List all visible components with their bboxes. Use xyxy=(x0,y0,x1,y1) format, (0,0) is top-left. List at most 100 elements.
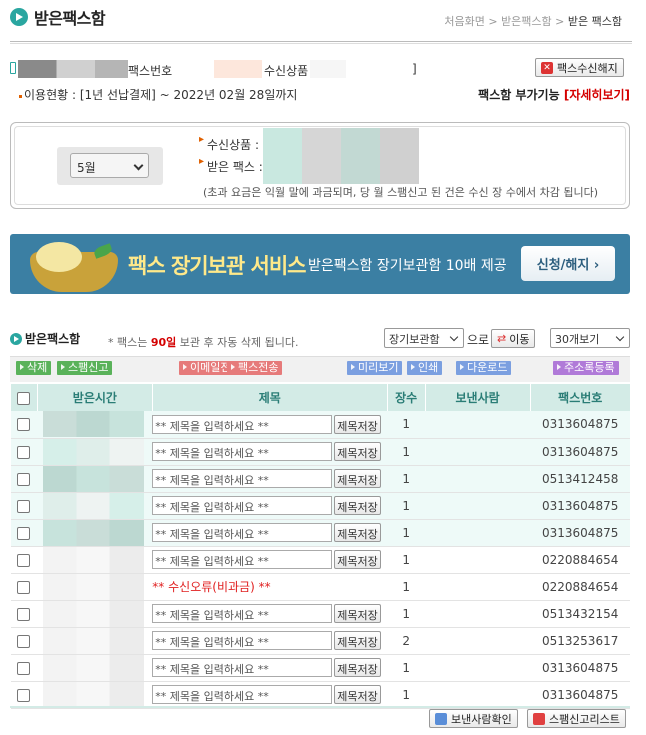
preview-button[interactable]: 미리보기 xyxy=(347,361,403,375)
row-checkbox[interactable] xyxy=(17,526,31,540)
redacted-time xyxy=(43,546,145,573)
table-row[interactable]: ** 제목을 입력하세요 ** 제목저장 1 0513432154 xyxy=(10,600,630,628)
move-text: 으로 xyxy=(467,333,490,347)
month-select[interactable]: 5월 xyxy=(70,153,149,178)
save-title-button[interactable]: 제목저장 xyxy=(334,604,381,623)
redacted-time xyxy=(43,681,145,708)
redacted-fax-number xyxy=(18,60,128,78)
save-title-button[interactable]: 제목저장 xyxy=(334,496,381,515)
table-row[interactable]: ** 제목을 입력하세요 ** 제목저장 1 0313604875 xyxy=(10,654,630,682)
table-row[interactable]: ** 제목을 입력하세요 ** 제목저장 1 0513412458 xyxy=(10,465,630,493)
title-bullet-icon xyxy=(10,332,22,345)
redacted-time xyxy=(43,465,145,492)
usage-status: 이용현황 : [1년 선납결제] ~ 2022년 02월 28일까지 xyxy=(18,88,298,102)
row-checkbox[interactable] xyxy=(17,418,31,432)
stop-receive-button[interactable]: ✕ 팩스수신해지 xyxy=(535,58,624,77)
title-input[interactable]: ** 제목을 입력하세요 ** xyxy=(152,658,333,677)
save-title-button[interactable]: 제목저장 xyxy=(334,631,381,650)
save-title-button[interactable]: 제목저장 xyxy=(334,414,381,434)
move-button[interactable]: ⇄ 이동 xyxy=(491,329,536,348)
stop-receive-label: 팩스수신해지 xyxy=(557,61,618,75)
retention-days: 90일 xyxy=(150,336,177,349)
row-checkbox[interactable] xyxy=(17,688,31,702)
title-input[interactable]: ** 제목을 입력하세요 ** xyxy=(152,550,333,569)
row-checkbox[interactable] xyxy=(17,580,31,594)
storage-banner[interactable]: 팩스 장기보관 서비스 받은팩스함 장기보관함 10배 제공 신청/해지 › xyxy=(10,234,630,294)
title-input[interactable]: ** 제목을 입력하세요 ** xyxy=(152,523,333,542)
title-input[interactable]: ** 제목을 입력하세요 ** xyxy=(152,442,333,461)
spam-report-button[interactable]: 스팸신고 xyxy=(57,361,113,375)
title-cell: ** 제목을 입력하세요 ** 제목저장 xyxy=(152,546,388,574)
fax-number-cell: 0513253617 xyxy=(530,627,630,655)
breadcrumb-received[interactable]: 받은팩스함 xyxy=(501,15,552,28)
save-title-button[interactable]: 제목저장 xyxy=(334,523,381,542)
fax-number-cell: 0220884654 xyxy=(530,546,630,574)
select-all-checkbox[interactable] xyxy=(17,391,31,405)
row-checkbox[interactable] xyxy=(17,634,31,648)
table-row[interactable]: ** 제목을 입력하세요 ** 제목저장 1 0313604875 xyxy=(10,438,630,466)
apply-cancel-button[interactable]: 신청/해지 › xyxy=(521,246,615,281)
breadcrumb-home[interactable]: 처음화면 xyxy=(444,15,484,28)
row-checkbox[interactable] xyxy=(17,445,31,459)
row-checkbox[interactable] xyxy=(17,553,31,567)
save-title-button[interactable]: 제목저장 xyxy=(334,469,381,488)
row-checkbox[interactable] xyxy=(17,661,31,675)
save-title-button[interactable]: 제목저장 xyxy=(334,658,381,677)
title-input[interactable]: ** 제목을 입력하세요 ** xyxy=(152,685,333,704)
spam-list-button[interactable]: 스팸신고리스트 xyxy=(527,709,626,728)
save-title-button[interactable]: 제목저장 xyxy=(334,685,381,704)
bracket: ] xyxy=(412,62,417,76)
save-title-button[interactable]: 제목저장 xyxy=(334,550,381,569)
redacted-time xyxy=(43,627,145,654)
pages-cell: 1 xyxy=(387,492,426,520)
row-checkbox[interactable] xyxy=(17,499,31,513)
table-row[interactable]: ** 제목을 입력하세요 ** 제목저장 1 0313604875 xyxy=(10,681,630,709)
row-checkbox-cell xyxy=(10,465,38,493)
save-title-button[interactable]: 제목저장 xyxy=(334,442,381,461)
title-input[interactable]: ** 제목을 입력하세요 ** xyxy=(152,631,333,650)
title-input[interactable]: ** 제목을 입력하세요 ** xyxy=(152,469,333,488)
folder-select[interactable]: 장기보관함 xyxy=(384,328,464,348)
fax-number-cell: 0313604875 xyxy=(530,519,630,547)
pages-cell: 1 xyxy=(387,681,426,709)
fax-send-button[interactable]: 팩스전송 xyxy=(227,361,283,375)
title-input[interactable]: ** 제목을 입력하세요 ** xyxy=(152,604,333,623)
address-book-button[interactable]: 주소록등록 xyxy=(553,361,619,375)
download-button[interactable]: 다운로드 xyxy=(456,361,512,375)
title-input[interactable]: ** 제목을 입력하세요 ** xyxy=(152,496,333,515)
fax-number-label: 팩스번호 xyxy=(128,64,173,78)
banner-subtitle: 받은팩스함 장기보관함 10배 제공 xyxy=(308,258,507,274)
title-cell: ** 제목을 입력하세요 ** 제목저장 xyxy=(152,465,388,493)
view-count-select[interactable]: 30개보기 xyxy=(550,328,630,348)
title-input[interactable]: ** 제목을 입력하세요 ** xyxy=(152,414,333,434)
bullet-icon: ▸ xyxy=(199,156,205,167)
delete-button[interactable]: 삭제 xyxy=(16,361,52,375)
table-body: ** 제목을 입력하세요 ** 제목저장 1 0313604875 ** 제목을 입력하… xyxy=(10,411,630,709)
pages-cell: 1 xyxy=(387,519,426,547)
retention-note: * 팩스는 90일 보관 후 자동 삭제 됩니다. xyxy=(108,334,298,350)
sender-check-button[interactable]: 보낸사람확인 xyxy=(429,709,518,728)
table-row[interactable]: ** 수신오류(비과금) ** 1 0220884654 xyxy=(10,573,630,601)
received-time-cell xyxy=(37,411,153,439)
print-button[interactable]: 인쇄 xyxy=(407,361,443,375)
row-checkbox[interactable] xyxy=(17,607,31,621)
header-checkbox-cell xyxy=(10,384,38,411)
table-row[interactable]: ** 제목을 입력하세요 ** 제목저장 1 0313604875 xyxy=(10,492,630,520)
received-row-label: 받은 팩스 : xyxy=(207,160,263,174)
table-row[interactable]: ** 제목을 입력하세요 ** 제목저장 1 0313604875 xyxy=(10,519,630,547)
table-row[interactable]: ** 제목을 입력하세요 ** 제목저장 1 0313604875 xyxy=(10,411,630,439)
pages-cell: 1 xyxy=(387,411,426,439)
sender-cell xyxy=(425,411,530,439)
table-row[interactable]: ** 제목을 입력하세요 ** 제목저장 1 0220884654 xyxy=(10,546,630,574)
row-checkbox-cell xyxy=(10,627,38,655)
page-title-text: 받은팩스함 xyxy=(34,9,106,28)
received-time-cell xyxy=(37,438,153,466)
table-row[interactable]: ** 제목을 입력하세요 ** 제목저장 2 0513253617 xyxy=(10,627,630,655)
row-checkbox-cell xyxy=(10,438,38,466)
fax-number-cell: 0313604875 xyxy=(530,654,630,682)
sender-check-label: 보낸사람확인 xyxy=(451,712,512,726)
received-time-cell xyxy=(37,492,153,520)
extra-features-link[interactable]: [자세히보기] xyxy=(564,88,630,102)
list-title-text: 받은팩스함 xyxy=(25,332,81,346)
row-checkbox[interactable] xyxy=(17,472,31,486)
